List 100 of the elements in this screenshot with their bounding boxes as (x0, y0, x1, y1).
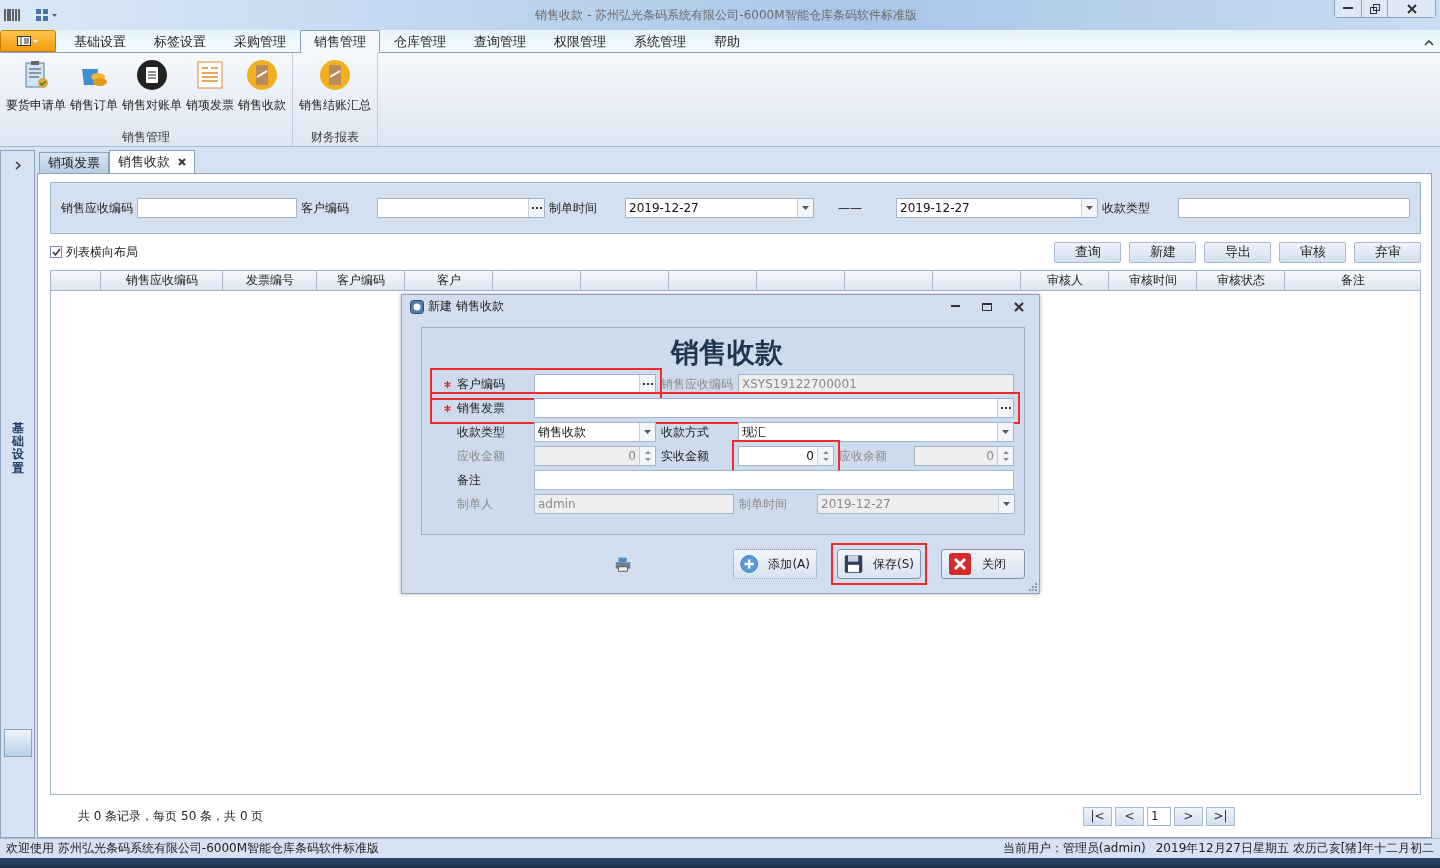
field-label: 收款类型 (457, 423, 506, 441)
plus-icon (740, 552, 759, 576)
input-field[interactable]: 2019-12-27 (896, 198, 1098, 218)
input-field[interactable]: 现汇 (738, 422, 1014, 442)
pager-button[interactable]: < (1115, 806, 1144, 826)
lookup-button[interactable] (997, 399, 1013, 417)
action-button[interactable]: 审核 (1279, 241, 1346, 263)
lookup-button[interactable] (639, 375, 655, 393)
checkbox[interactable] (50, 246, 62, 258)
input-field[interactable] (1178, 198, 1410, 218)
ribbon-tab[interactable]: 查询管理 (460, 30, 540, 52)
invoice-icon (194, 59, 226, 91)
ellipsis-icon (1000, 406, 1011, 410)
ribbon-button[interactable]: 销售对账单 (120, 57, 184, 128)
restore-button[interactable] (1361, 0, 1387, 17)
printer-icon[interactable] (613, 555, 633, 573)
expand-chevron-icon[interactable] (14, 161, 21, 170)
dialog-button[interactable]: 保存(S) (837, 549, 921, 579)
input-field[interactable]: 销售收款 (534, 422, 656, 442)
field-label: 备注 (457, 471, 482, 489)
ribbon-tab[interactable]: 销售管理 (300, 30, 380, 53)
panel-thumbnail-icon[interactable] (3, 729, 32, 757)
date-text: 2019年12月27日星期五 农历己亥[猪]年十二月初二 (1155, 840, 1434, 857)
page-field[interactable]: 1 (1147, 806, 1171, 826)
ribbon-tab[interactable]: 基础设置 (60, 30, 140, 52)
action-button[interactable]: 弃审 (1354, 241, 1421, 263)
current-user: 当前用户：管理员(admin) (1002, 840, 1146, 857)
dropdown-arrow-icon (1003, 502, 1010, 506)
action-button[interactable]: 导出 (1204, 241, 1271, 263)
column-header: 客户 (405, 271, 493, 290)
action-button[interactable]: 新建 (1129, 241, 1196, 263)
close-icon[interactable] (178, 158, 186, 166)
dialog-button[interactable]: 关闭 (941, 549, 1025, 579)
ribbon-group-label: 销售管理 (121, 129, 171, 146)
minimize-icon (1343, 7, 1353, 10)
dropdown-arrow-icon (644, 430, 651, 434)
field-label: 制单时间 (739, 495, 788, 513)
pager-button[interactable]: > (1174, 806, 1203, 826)
field-label: 实收金额 (661, 447, 710, 465)
column-header: 审核时间 (1109, 271, 1197, 290)
dropdown-button[interactable] (997, 423, 1013, 441)
input-field[interactable]: 0 (738, 446, 834, 466)
dropdown-arrow-icon (1002, 430, 1009, 434)
notepad-icon (136, 59, 168, 91)
check-icon (51, 248, 61, 256)
input-field[interactable] (534, 470, 1014, 490)
ribbon-button[interactable]: 销售结账汇总 (297, 57, 373, 128)
lookup-button[interactable] (528, 199, 544, 217)
input-field[interactable] (377, 198, 545, 218)
spin-arrows-icon (1002, 450, 1009, 462)
pager-button[interactable]: |< (1083, 806, 1112, 826)
column-header: 销售应收编码 (101, 271, 223, 290)
welcome-text: 欢迎使用 苏州弘光条码系统有限公司-6000M智能仓库条码软件标准版 (6, 840, 380, 857)
close-button[interactable] (1387, 0, 1435, 17)
column-header: 审核人 (1021, 271, 1109, 290)
input-field[interactable] (534, 374, 656, 394)
document-tab[interactable]: 销售收款 (109, 150, 195, 173)
column-header: 备注 (1339, 272, 1366, 289)
ribbon-tab[interactable]: 采购管理 (220, 30, 300, 52)
ribbon-tab[interactable]: 系统管理 (620, 30, 700, 52)
ellipsis-icon (531, 206, 542, 210)
field-label: 收款方式 (661, 423, 710, 441)
ribbon-button[interactable]: 要货申请单 (4, 57, 68, 128)
dialog-title: 新建 销售收款 (428, 298, 504, 315)
minimize-button[interactable] (1335, 0, 1361, 17)
field-label: 制单时间 (549, 199, 597, 217)
ribbon-tab[interactable]: 仓库管理 (380, 30, 460, 52)
ribbon-group-label: 财务报表 (310, 129, 360, 146)
ribbon-button[interactable]: 销项发票 (184, 57, 236, 128)
pager-button[interactable]: >| (1206, 806, 1235, 826)
field-label: 客户编码 (301, 199, 349, 217)
badge-icon (246, 59, 278, 91)
field-label: 销售发票 (457, 399, 506, 417)
document-tab[interactable]: 销项发票 (39, 152, 109, 173)
app-menu-button[interactable] (0, 30, 56, 52)
dialog-button[interactable]: 添加(A) (733, 549, 817, 579)
ribbon-button[interactable]: 销售收款 (236, 57, 288, 128)
action-button[interactable]: 查询 (1054, 241, 1121, 263)
field-label: 应收金额 (457, 447, 506, 465)
dialog-app-icon (410, 299, 424, 314)
dropdown-button[interactable] (797, 199, 813, 217)
side-panel-label[interactable]: 基础设置 (11, 422, 24, 475)
dropdown-button[interactable] (639, 423, 655, 441)
ribbon-tab[interactable]: 标签设置 (140, 30, 220, 52)
spin-button[interactable] (817, 447, 833, 465)
ribbon-button[interactable]: 销售订单 (68, 57, 120, 128)
column-header: 客户编码 (317, 271, 405, 290)
ribbon-tab[interactable]: 帮助 (700, 30, 754, 52)
restore-icon (1369, 3, 1380, 14)
app-logo-icon (4, 7, 22, 23)
field-label: 收款类型 (1102, 199, 1150, 217)
dropdown-button[interactable] (1081, 199, 1097, 217)
badge-icon (319, 59, 351, 91)
panel-icon (17, 36, 39, 46)
collapse-ribbon-icon[interactable] (1424, 40, 1434, 46)
input-field[interactable]: 2019-12-27 (625, 198, 814, 218)
input-field[interactable] (534, 398, 1014, 418)
grid-icon[interactable] (36, 8, 58, 22)
input-field[interactable] (137, 198, 297, 218)
ribbon-tab[interactable]: 权限管理 (540, 30, 620, 52)
